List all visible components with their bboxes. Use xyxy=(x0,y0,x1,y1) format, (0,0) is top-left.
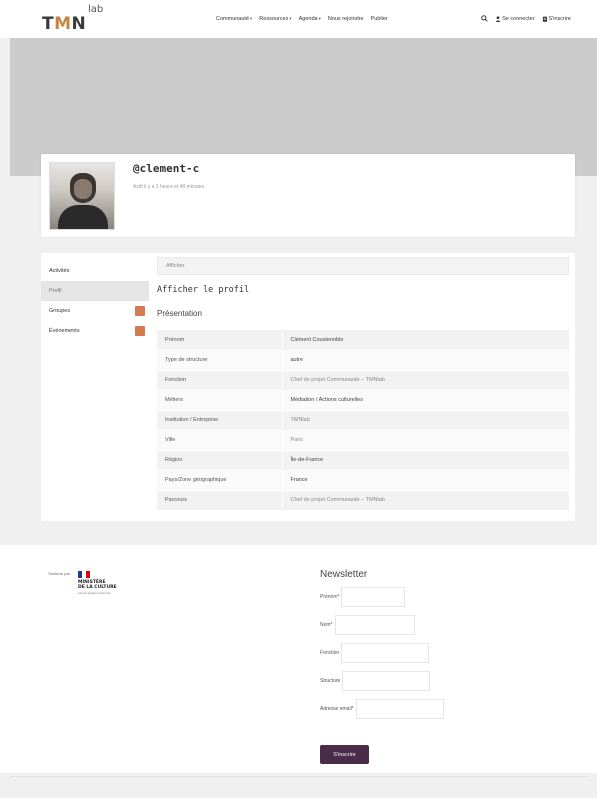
nav-nous-rejoindre[interactable]: Nous rejoindre xyxy=(328,16,364,22)
french-flag-icon xyxy=(78,571,90,578)
field-link[interactable]: TMNlab xyxy=(282,410,569,431)
newsletter-subscribe-button[interactable]: S'inscrire xyxy=(320,745,369,764)
table-row: Institution / Entreprise TMNlab xyxy=(157,410,569,431)
site-footer: Soutenu par MINISTÈRE DE LA CULTURE Liber… xyxy=(0,545,597,773)
nav-ressources[interactable]: Ressources ▾ xyxy=(259,16,291,22)
nom-label: Nom* xyxy=(320,622,333,628)
table-row: Région Île-de-France xyxy=(157,450,569,471)
profile-header-card: @clement-c Actif il y a 1 heure et 49 mi… xyxy=(41,154,575,237)
subnav-bar: Afficher xyxy=(157,257,569,275)
sidebar-item-evenements[interactable]: Événements xyxy=(41,321,149,341)
table-row: Type de structure autre xyxy=(157,350,569,371)
main-nav: Communauté ▾ Ressources ▾ Agenda ▾ Nous rej… xyxy=(216,14,571,24)
structure-field[interactable] xyxy=(342,671,431,691)
avatar xyxy=(49,162,115,230)
site-header: TMN lab Communauté ▾ Ressources ▾ Agenda ▾ … xyxy=(0,0,597,38)
structure-label: Structure xyxy=(320,678,341,684)
newsletter-title: Newsletter xyxy=(320,569,368,580)
profile-sidebar: Activités Profil Groupes Événements xyxy=(41,261,149,341)
fonction-field[interactable] xyxy=(341,643,430,663)
field-link[interactable]: Chef de projet Communauté – TMNlab xyxy=(282,490,569,511)
user-icon xyxy=(495,16,501,22)
table-row: Ville Paris xyxy=(157,430,569,451)
tmnlab-logo[interactable]: TMN lab xyxy=(42,4,104,34)
chevron-down-icon: ▾ xyxy=(289,16,292,21)
ministere-culture-logo[interactable]: MINISTÈRE DE LA CULTURE Liberté Égalité F… xyxy=(78,571,138,596)
nav-publier[interactable]: Publier xyxy=(371,16,388,22)
fonction-label: Fonction xyxy=(320,650,340,656)
section-title: Afficher le profil xyxy=(157,285,250,295)
profile-fields-table: Prénom Clément Coustenoble Type de struct… xyxy=(157,330,569,511)
prenom-field[interactable] xyxy=(341,587,406,607)
clipboard-icon xyxy=(542,16,547,22)
group-title: Présentation xyxy=(157,309,202,318)
sidebar-item-profil[interactable]: Profil xyxy=(41,281,149,301)
table-row: Fonction Chef de projet Communauté – TMNl… xyxy=(157,370,569,391)
field-link[interactable]: Paris xyxy=(282,430,569,451)
logo-lab: lab xyxy=(88,4,104,15)
footer-divider xyxy=(10,776,587,777)
search-icon[interactable] xyxy=(481,14,488,24)
table-row: Parcours Chef de projet Communauté – TMNl… xyxy=(157,490,569,511)
email-label: Adresse email* xyxy=(320,706,354,712)
supported-by-label: Soutenu par xyxy=(48,571,70,576)
field-link[interactable]: Chef de projet Communauté – TMNlab xyxy=(282,370,569,391)
profile-main: Afficher Afficher le profil Présentation… xyxy=(157,257,569,511)
login-link[interactable]: Se connecter xyxy=(495,16,535,22)
count-badge xyxy=(135,326,145,336)
last-active-text: Actif il y a 1 heure et 49 minutes xyxy=(133,184,205,190)
signup-link[interactable]: S'inscrire xyxy=(542,16,571,22)
nav-communaute[interactable]: Communauté ▾ xyxy=(216,16,252,22)
sidebar-item-activites[interactable]: Activités xyxy=(41,261,149,281)
chevron-down-icon: ▾ xyxy=(250,16,253,21)
chevron-down-icon: ▾ xyxy=(318,16,321,21)
profile-handle: @clement-c xyxy=(133,162,200,175)
newsletter-form: Newsletter Prénom* Nom* Fonction Structu… xyxy=(320,569,480,764)
tab-afficher[interactable]: Afficher xyxy=(166,263,185,269)
count-badge xyxy=(135,306,145,316)
sidebar-item-groupes[interactable]: Groupes xyxy=(41,301,149,321)
nom-field[interactable] xyxy=(334,615,415,635)
table-row: Prénom Clément Coustenoble xyxy=(157,330,569,351)
table-row: Métiers Médiation / Actions culturelles xyxy=(157,390,569,411)
prenom-label: Prénom* xyxy=(320,594,340,600)
logo-tmn: TMN xyxy=(42,14,87,34)
nav-agenda[interactable]: Agenda ▾ xyxy=(299,16,321,22)
email-field[interactable] xyxy=(355,699,444,719)
table-row: Pays/Zone géographique France xyxy=(157,470,569,491)
profile-content-card: Activités Profil Groupes Événements Affi… xyxy=(41,253,575,521)
